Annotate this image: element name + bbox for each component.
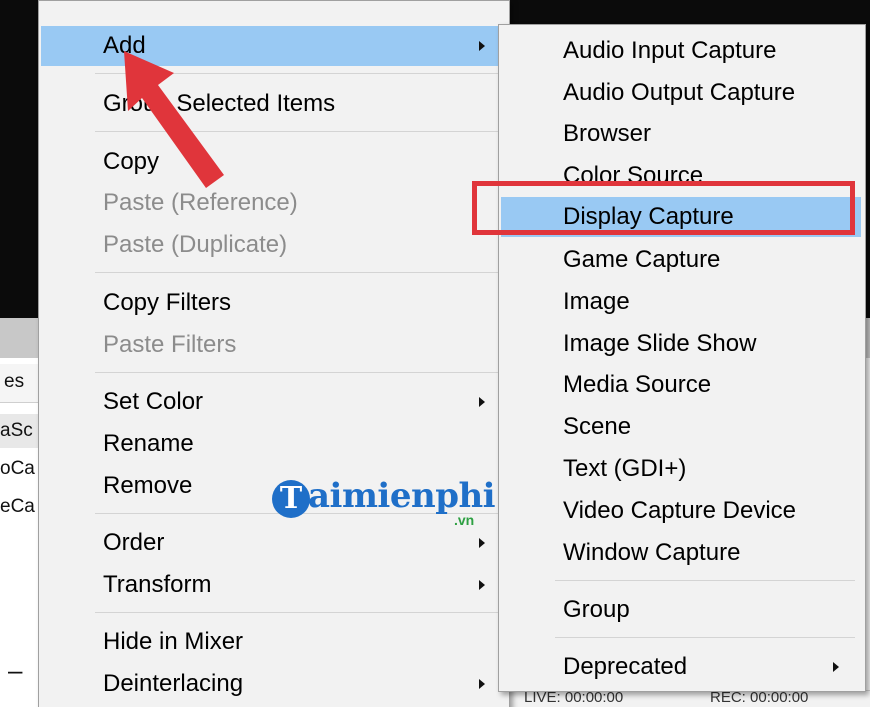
menu-item-label: Transform (103, 571, 212, 598)
menu-item-copy-filters[interactable]: Copy Filters (41, 283, 505, 323)
status-rec-time: REC: 00:00:00 (710, 690, 809, 706)
remove-source-button[interactable]: – (8, 655, 22, 686)
menu-item-label: Copy Filters (103, 289, 232, 316)
submenu-item-deprecated[interactable]: Deprecated (501, 647, 861, 687)
menu-item-rename[interactable]: Rename (41, 424, 505, 464)
source-row-label[interactable]: eCa (0, 496, 35, 518)
menu-item-label: Media Source (563, 371, 712, 398)
menu-item-paste-filters[interactable]: Paste Filters (41, 325, 505, 365)
sources-panel-title: es (4, 371, 25, 392)
menu-item-label: Text (GDI+) (563, 455, 687, 482)
menu-item-paste-duplicate[interactable]: Paste (Duplicate) (41, 225, 505, 265)
submenu-arrow-icon (479, 580, 485, 590)
menu-item-label: Audio Output Capture (563, 79, 796, 106)
screenshot-stage: es aSc oCa eCa – LIVE: 00:00:00 REC: 00:… (0, 0, 870, 707)
menu-item-label: Group (563, 596, 630, 623)
source-row-label[interactable]: aSc (0, 420, 33, 442)
submenu-arrow-icon (479, 679, 485, 689)
menu-item-label: Paste Filters (103, 331, 237, 358)
annotation-highlight-box (472, 181, 855, 235)
submenu-arrow-icon (479, 41, 485, 51)
watermark-logo-icon: T (272, 480, 310, 518)
add-source-submenu: Audio Input Capture Audio Output Capture… (498, 24, 866, 692)
menu-item-label: Paste (Duplicate) (103, 231, 288, 258)
submenu-item-audio-input-capture[interactable]: Audio Input Capture (501, 31, 861, 71)
submenu-item-scene[interactable]: Scene (501, 407, 861, 447)
watermark-domain: .vn (454, 512, 475, 528)
menu-item-label: Audio Input Capture (563, 37, 777, 64)
menu-item-label: Game Capture (563, 246, 721, 273)
sources-panel-header: es (0, 364, 40, 403)
menu-item-label: Hide in Mixer (103, 628, 244, 655)
status-bar: LIVE: 00:00:00 REC: 00:00:00 (510, 690, 870, 707)
submenu-item-media-source[interactable]: Media Source (501, 365, 861, 405)
menu-item-label: Remove (103, 472, 193, 499)
submenu-item-text-gdi[interactable]: Text (GDI+) (501, 449, 861, 489)
submenu-item-group[interactable]: Group (501, 590, 861, 630)
menu-item-label: Scene (563, 413, 632, 440)
submenu-item-game-capture[interactable]: Game Capture (501, 240, 861, 280)
submenu-arrow-icon (833, 662, 839, 672)
menu-item-label: Rename (103, 430, 194, 457)
menu-item-label: Deprecated (563, 653, 688, 680)
menu-item-label: Deinterlacing (103, 670, 244, 697)
menu-separator (555, 580, 855, 581)
menu-item-label: Video Capture Device (563, 497, 797, 524)
submenu-item-image[interactable]: Image (501, 282, 861, 322)
annotation-arrow-icon (124, 51, 224, 188)
menu-item-label: Image Slide Show (563, 330, 757, 357)
submenu-arrow-icon (479, 538, 485, 548)
menu-item-label: Browser (563, 120, 652, 147)
menu-item-label: Order (103, 529, 165, 556)
menu-item-hide-in-mixer[interactable]: Hide in Mixer (41, 622, 505, 662)
source-row-label[interactable]: oCa (0, 458, 35, 480)
submenu-item-browser[interactable]: Browser (501, 114, 861, 154)
submenu-item-video-capture-device[interactable]: Video Capture Device (501, 491, 861, 531)
watermark-brand: aimienphi (308, 476, 496, 516)
source-context-menu: Add Group Selected Items Copy Paste (Ref… (38, 0, 510, 707)
menu-separator (555, 637, 855, 638)
submenu-item-window-capture[interactable]: Window Capture (501, 533, 861, 573)
submenu-item-audio-output-capture[interactable]: Audio Output Capture (501, 73, 861, 113)
menu-separator (95, 372, 499, 373)
menu-item-label: Set Color (103, 388, 204, 415)
status-live-time: LIVE: 00:00:00 (524, 690, 624, 706)
menu-item-label: Image (563, 288, 630, 315)
menu-item-set-color[interactable]: Set Color (41, 382, 505, 422)
menu-separator (95, 272, 499, 273)
menu-item-transform[interactable]: Transform (41, 565, 505, 605)
taimienphi-watermark: T aimienphi .vn (272, 474, 496, 534)
menu-item-deinterlacing[interactable]: Deinterlacing (41, 664, 505, 704)
submenu-item-image-slide-show[interactable]: Image Slide Show (501, 324, 861, 364)
menu-item-label: Window Capture (563, 539, 741, 566)
submenu-arrow-icon (479, 397, 485, 407)
menu-separator (95, 612, 499, 613)
